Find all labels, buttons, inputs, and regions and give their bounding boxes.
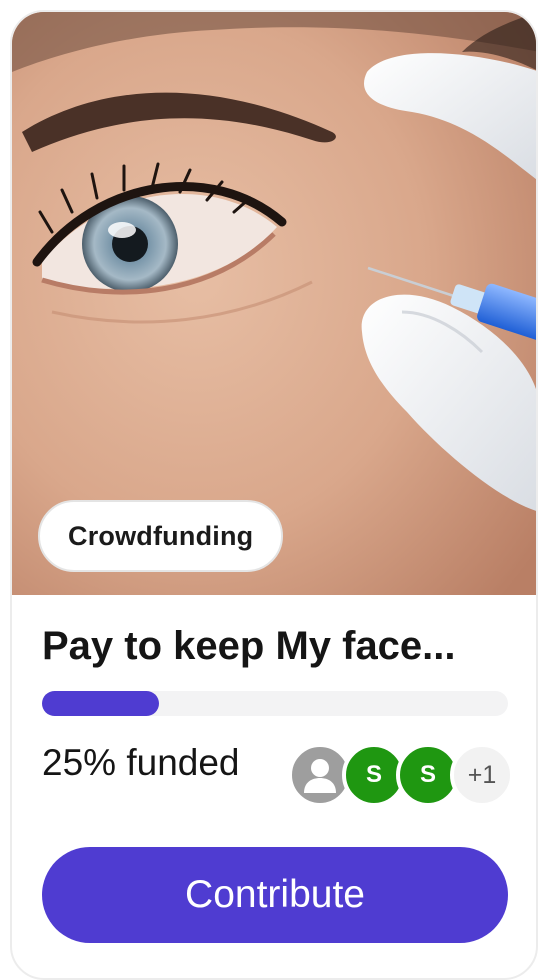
- campaign-photo: Crowdfunding: [12, 12, 536, 595]
- campaign-title[interactable]: Pay to keep My face...: [42, 624, 456, 669]
- funding-progress-fill: [42, 691, 159, 716]
- user-silhouette-icon: [304, 759, 336, 793]
- more-supporters-count: +1: [450, 743, 514, 807]
- contribute-button[interactable]: Contribute: [42, 847, 508, 943]
- funded-percentage: 25% funded: [42, 742, 240, 783]
- supporters-avatar-stack[interactable]: S S +1: [288, 743, 514, 807]
- category-tag: Crowdfunding: [38, 500, 284, 572]
- funding-progress-bar: [42, 691, 508, 716]
- campaign-card[interactable]: Crowdfunding Pay to keep My face... 25% …: [10, 10, 538, 980]
